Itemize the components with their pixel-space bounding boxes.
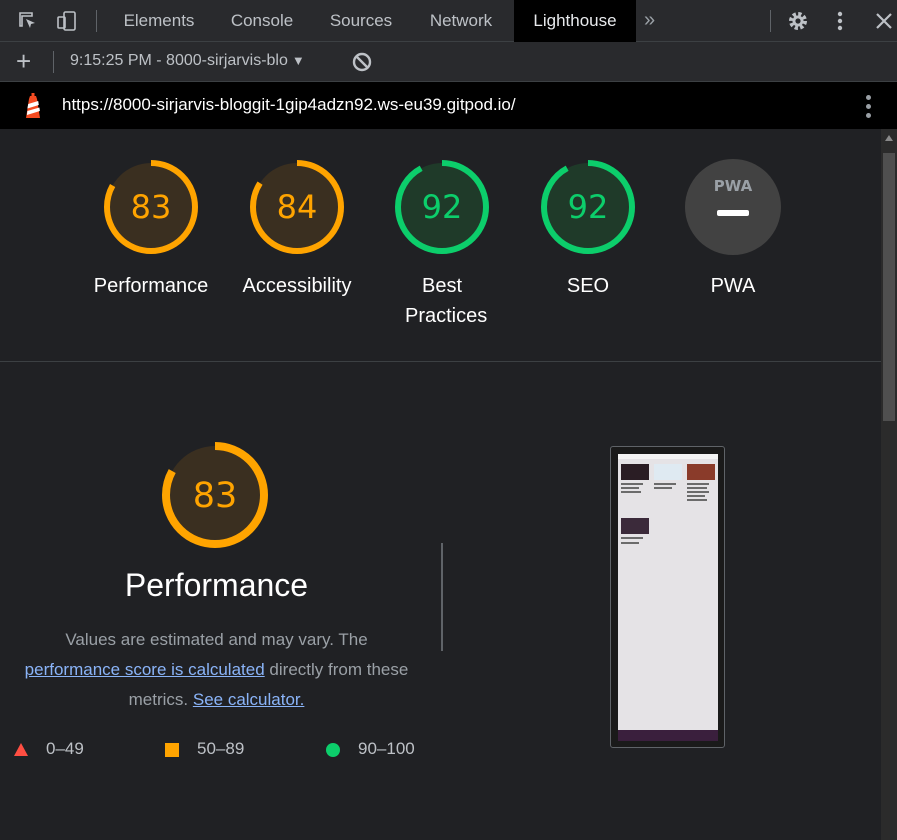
thumb-text xyxy=(621,487,639,489)
tab-console[interactable]: Console xyxy=(214,0,310,42)
performance-score: 83 xyxy=(193,476,238,516)
description-text: Values are estimated and may vary. The xyxy=(65,630,368,649)
thumb-text xyxy=(687,495,705,497)
tab-bar-separator xyxy=(770,10,771,32)
performance-title: Performance xyxy=(124,567,309,603)
thumb-text xyxy=(687,491,709,493)
chevron-down-icon: ▼ xyxy=(291,53,305,68)
thumb-footer xyxy=(618,730,718,741)
gauge-best-practices[interactable]: 92 Best Practices xyxy=(377,159,507,331)
lighthouse-toolbar: + 9:15:25 PM - 8000-sirjarvis-blo ▼ xyxy=(0,42,897,82)
more-options-icon[interactable] xyxy=(828,9,852,33)
tab-bar-separator xyxy=(96,10,97,32)
thumb-text xyxy=(687,483,709,485)
gauge-score: 84 xyxy=(277,188,318,226)
performance-description: Values are estimated and may vary. The p… xyxy=(0,625,433,715)
gauge-score: 83 xyxy=(131,188,172,226)
see-calculator-link[interactable]: See calculator. xyxy=(193,690,305,709)
final-screenshot[interactable] xyxy=(610,446,725,748)
thumb-post-image xyxy=(654,464,682,480)
description-text: directly from these xyxy=(269,660,409,679)
report-select[interactable]: 9:15:25 PM - 8000-sirjarvis-blo ▼ xyxy=(70,52,305,70)
thumb-text xyxy=(654,483,676,485)
gauge-label: PWA xyxy=(710,275,756,297)
legend-range: 50–89 xyxy=(197,739,245,758)
inspect-element-icon[interactable] xyxy=(16,9,40,33)
more-tabs-button[interactable]: » xyxy=(644,0,655,42)
device-toolbar-icon[interactable] xyxy=(55,9,79,33)
clear-icon[interactable] xyxy=(351,51,373,73)
gauge-performance[interactable]: 83 Performance xyxy=(86,159,216,301)
gauge-label: Performance xyxy=(93,275,209,297)
gauge-score: 92 xyxy=(568,188,609,226)
gauge-ring: 83 xyxy=(104,160,198,254)
tab-elements[interactable]: Elements xyxy=(108,0,210,42)
scrollbar-thumb[interactable] xyxy=(883,153,895,421)
section-divider xyxy=(0,361,881,362)
thumb-text xyxy=(621,483,643,485)
thumb-text xyxy=(654,487,672,489)
score-calculated-link[interactable]: performance score is calculated xyxy=(25,660,265,679)
thumb-post-image xyxy=(687,464,715,480)
performance-gauge-ring: 83 xyxy=(162,442,268,548)
legend-item-average: 50–89 xyxy=(165,739,244,759)
close-icon[interactable] xyxy=(872,9,896,33)
tab-sources[interactable]: Sources xyxy=(314,0,408,42)
thumb-navbar xyxy=(618,454,718,459)
gauge-pwa[interactable]: PWA PWA xyxy=(668,159,798,301)
report-menu-icon[interactable] xyxy=(860,92,876,120)
pwa-badge-text: PWA xyxy=(714,177,753,195)
thumb-text xyxy=(621,491,641,493)
toolbar-separator xyxy=(53,51,54,73)
lighthouse-logo-icon xyxy=(21,92,45,120)
thumb-text xyxy=(687,487,707,489)
gauge-label: SEO xyxy=(566,275,610,297)
gauge-ring: 84 xyxy=(250,160,344,254)
pass-circle-icon xyxy=(326,742,340,757)
gauge-label: Accessibility xyxy=(242,275,352,297)
gauge-score: 92 xyxy=(422,188,463,226)
gear-icon[interactable] xyxy=(786,9,810,33)
report-select-label: 9:15:25 PM - 8000-sirjarvis-blo xyxy=(70,52,288,69)
legend-item-fail: 0–49 xyxy=(14,739,84,759)
report-url[interactable]: https://8000-sirjarvis-bloggit-1gip4adzn… xyxy=(62,95,516,115)
thumb-text xyxy=(687,499,707,501)
vertical-scrollbar[interactable] xyxy=(881,129,897,840)
thumb-text xyxy=(621,537,643,539)
new-report-button[interactable]: + xyxy=(16,48,31,74)
final-screenshot-image xyxy=(618,454,718,741)
thumb-text xyxy=(621,542,639,544)
fail-triangle-icon xyxy=(14,743,28,757)
gauge-label: Best Practices xyxy=(405,275,488,327)
gauge-ring: 92 xyxy=(541,160,635,254)
report-url-bar: https://8000-sirjarvis-bloggit-1gip4adzn… xyxy=(0,82,897,129)
tab-network[interactable]: Network xyxy=(412,0,510,42)
gauge-ring: 92 xyxy=(395,160,489,254)
legend-range: 90–100 xyxy=(358,739,415,758)
gauge-seo[interactable]: 92 SEO xyxy=(523,159,653,301)
legend-range: 0–49 xyxy=(46,739,84,758)
average-square-icon xyxy=(165,742,179,757)
thumb-post-image xyxy=(621,464,649,480)
performance-gauge: 83 xyxy=(160,440,270,555)
tab-lighthouse[interactable]: Lighthouse xyxy=(514,0,636,42)
gauge-accessibility[interactable]: 84 Accessibility xyxy=(232,159,362,301)
vertical-divider xyxy=(441,543,443,651)
devtools-tab-bar: Elements Console Sources Network Lightho… xyxy=(0,0,897,42)
scroll-up-arrow-icon[interactable] xyxy=(885,135,893,141)
thumb-post-image xyxy=(621,518,649,534)
description-text: metrics. xyxy=(128,690,189,709)
lighthouse-report: 83 Performance 84 Accessibility 92 Best … xyxy=(0,129,881,840)
legend-item-pass: 90–100 xyxy=(326,739,415,759)
pwa-badge-icon: PWA xyxy=(685,159,781,255)
